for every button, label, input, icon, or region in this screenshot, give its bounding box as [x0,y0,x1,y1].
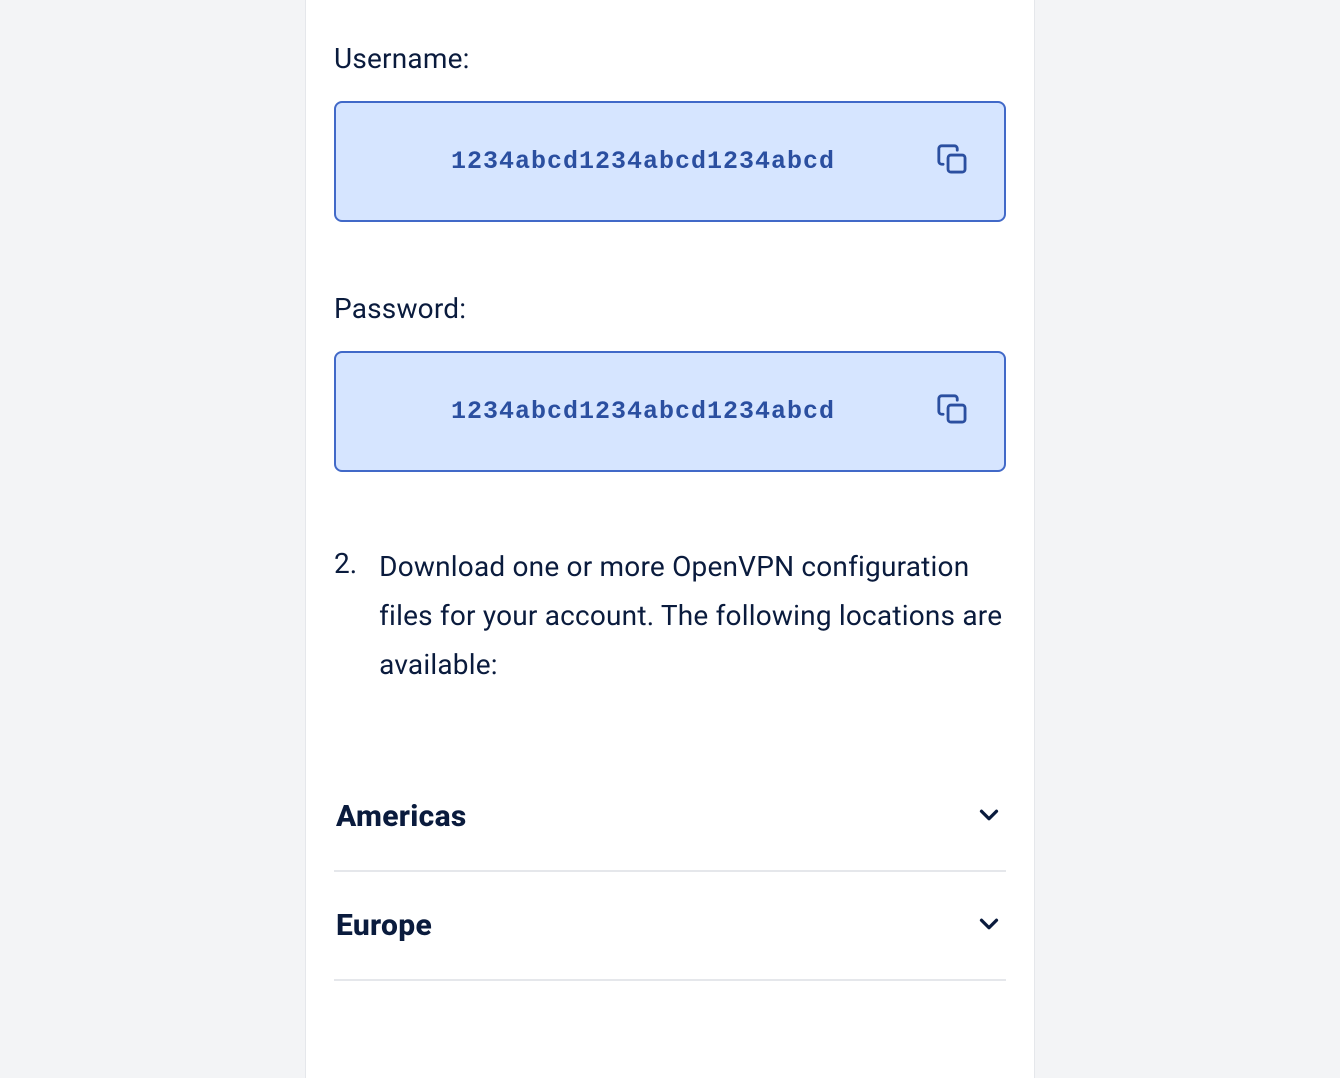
accordion-title: Americas [336,799,467,834]
accordion-title: Europe [336,908,432,943]
username-label: Username: [334,42,1006,75]
username-box: 1234abcd1234abcd1234abcd [334,101,1006,222]
copy-icon [936,143,970,180]
step-number: 2. [334,542,357,689]
copy-icon [936,393,970,430]
accordion-header-europe[interactable]: Europe [334,872,1006,979]
accordion-item-europe: Europe [334,872,1006,981]
copy-password-button[interactable] [932,389,974,434]
chevron-down-icon [974,800,1004,834]
password-value: 1234abcd1234abcd1234abcd [366,397,920,426]
accordion-item-americas: Americas [334,763,1006,872]
step-text: Download one or more OpenVPN configurati… [379,542,1006,689]
password-box: 1234abcd1234abcd1234abcd [334,351,1006,472]
copy-username-button[interactable] [932,139,974,184]
content-card: Username: 1234abcd1234abcd1234abcd Passw… [305,0,1035,1078]
accordion-header-americas[interactable]: Americas [334,763,1006,870]
username-value: 1234abcd1234abcd1234abcd [366,147,920,176]
password-label: Password: [334,292,1006,325]
chevron-down-icon [974,909,1004,943]
step-2: 2. Download one or more OpenVPN configur… [334,542,1006,689]
